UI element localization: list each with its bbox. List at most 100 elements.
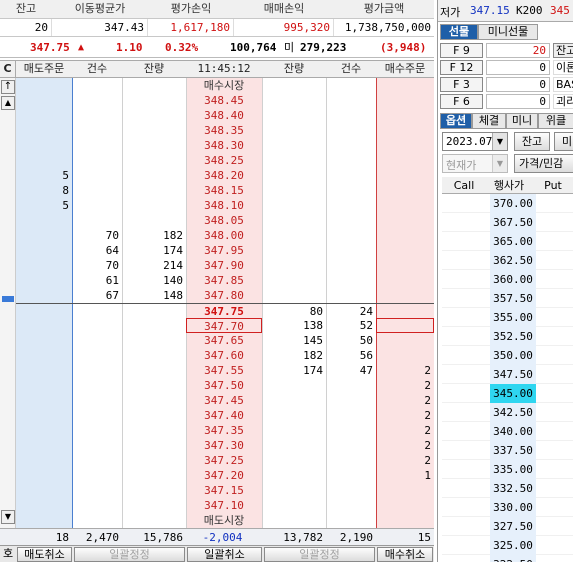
buy-order-cell[interactable] [376, 243, 434, 258]
balance-side-button[interactable]: 잔고 [553, 43, 573, 58]
price-level[interactable]: 347.50 [186, 378, 262, 393]
strike-row[interactable]: 347.50 [442, 365, 573, 384]
price-level[interactable]: 347.20 [186, 468, 262, 483]
buy-order-cell[interactable] [376, 258, 434, 273]
price-level[interactable]: 348.10 [186, 198, 262, 213]
sell-order-cell[interactable] [16, 333, 72, 348]
sell-order-cell[interactable] [16, 304, 72, 319]
scroll-top-arrow-icon[interactable]: ↑ [1, 80, 15, 94]
strike-row[interactable]: 330.00 [442, 498, 573, 517]
modify-buy-all-button[interactable]: 일괄정정 [264, 547, 375, 562]
strike-price[interactable]: 367.50 [490, 213, 536, 232]
sell-order-cell[interactable] [16, 273, 72, 288]
buy-order-cell[interactable] [376, 138, 434, 153]
buy-order-cell[interactable] [376, 198, 434, 213]
market-buy-label[interactable]: 매도시장 [186, 513, 262, 528]
buy-order-cell[interactable]: 2 [376, 423, 434, 438]
tab-mini[interactable]: 미니 [506, 113, 538, 129]
sell-order-cell[interactable] [16, 123, 72, 138]
sell-order-cell[interactable]: 5 [16, 198, 72, 213]
buy-order-cell[interactable] [376, 168, 434, 183]
price-level[interactable]: 348.30 [186, 138, 262, 153]
price-level[interactable]: 347.85 [186, 273, 262, 288]
buy-order-cell[interactable] [376, 93, 434, 108]
strike-row[interactable]: 337.50 [442, 441, 573, 460]
strike-row[interactable]: 370.00 [442, 194, 573, 213]
sell-order-cell[interactable]: 8 [16, 183, 72, 198]
strike-row[interactable]: 367.50 [442, 213, 573, 232]
chevron-down-icon[interactable]: ▼ [492, 133, 507, 150]
strike-price[interactable]: 327.50 [490, 517, 536, 536]
strike-price[interactable]: 322.50 [490, 555, 536, 562]
price-level[interactable]: 347.35 [186, 423, 262, 438]
price-level[interactable]: 348.20 [186, 168, 262, 183]
strike-price[interactable]: 362.50 [490, 251, 536, 270]
buy-order-cell[interactable] [376, 273, 434, 288]
price-level[interactable]: 348.35 [186, 123, 262, 138]
sell-order-cell[interactable] [16, 453, 72, 468]
sell-order-cell[interactable] [16, 228, 72, 243]
strike-row[interactable]: 340.00 [442, 422, 573, 441]
price-level[interactable]: 348.45 [186, 93, 262, 108]
price-level[interactable]: 347.80 [186, 288, 262, 303]
buy-order-cell[interactable] [376, 123, 434, 138]
buy-order-cell[interactable] [376, 213, 434, 228]
buy-order-cell[interactable] [376, 348, 434, 363]
strike-row[interactable]: 350.00 [442, 346, 573, 365]
strike-row[interactable]: 360.00 [442, 270, 573, 289]
buy-order-cell[interactable]: 2 [376, 453, 434, 468]
strike-row[interactable]: 365.00 [442, 232, 573, 251]
sell-order-cell[interactable] [16, 93, 72, 108]
strike-row[interactable]: 357.50 [442, 289, 573, 308]
sell-order-cell[interactable] [16, 393, 72, 408]
price-level[interactable]: 348.05 [186, 213, 262, 228]
buy-order-cell[interactable] [376, 153, 434, 168]
sell-order-cell[interactable]: 5 [16, 168, 72, 183]
strike-price[interactable]: 350.00 [490, 346, 536, 365]
strike-price[interactable]: 337.50 [490, 441, 536, 460]
sell-order-cell[interactable] [16, 498, 72, 513]
scroll-down-triangle-icon[interactable]: ▼ [1, 510, 15, 524]
strike-price[interactable]: 357.50 [490, 289, 536, 308]
price-level[interactable]: 348.00 [186, 228, 262, 243]
price-sensitivity-button[interactable]: 가격/민감 [514, 154, 573, 173]
f6-key[interactable]: F 6 [440, 94, 483, 109]
tab-options[interactable]: 옵션 [440, 113, 472, 129]
sell-order-cell[interactable] [16, 363, 72, 378]
corner-c-button[interactable]: C [0, 61, 16, 77]
strike-price[interactable]: 332.50 [490, 479, 536, 498]
sell-order-cell[interactable] [16, 258, 72, 273]
buy-order-cell[interactable]: 2 [376, 363, 434, 378]
sell-order-cell[interactable] [16, 288, 72, 303]
book-scrollbar[interactable]: ↑ ▲ ▼ [0, 78, 16, 528]
balance-button[interactable]: 잔고 [514, 132, 550, 151]
sell-order-cell[interactable] [16, 423, 72, 438]
buy-order-cell[interactable] [376, 228, 434, 243]
current-price-level[interactable]: 347.75 [186, 304, 262, 319]
buy-order-cell[interactable] [376, 304, 434, 319]
price-level[interactable]: 347.90 [186, 258, 262, 273]
buy-order-cell[interactable]: 2 [376, 438, 434, 453]
price-type-select[interactable]: 현재가 ▼ [442, 154, 508, 173]
strike-row[interactable]: 335.00 [442, 460, 573, 479]
strike-price[interactable]: 345.00 [490, 384, 536, 403]
cancel-buy-button[interactable]: 매수취소 [377, 547, 433, 562]
tab-weekly[interactable]: 위클 [538, 113, 573, 129]
month-select[interactable]: 2023.07 ▼ [442, 132, 508, 151]
price-level[interactable]: 348.25 [186, 153, 262, 168]
f12-key[interactable]: F 12 [440, 60, 483, 75]
price-level[interactable]: 347.95 [186, 243, 262, 258]
buy-order-cell[interactable] [376, 333, 434, 348]
strike-price[interactable]: 360.00 [490, 270, 536, 289]
f3-key[interactable]: F 3 [440, 77, 483, 92]
price-level[interactable]: 347.25 [186, 453, 262, 468]
tab-mini-futures[interactable]: 미니선물 [478, 24, 538, 40]
strike-row[interactable]: 327.50 [442, 517, 573, 536]
strike-price[interactable]: 370.00 [490, 194, 536, 213]
strike-price[interactable]: 365.00 [490, 232, 536, 251]
strike-price[interactable]: 335.00 [490, 460, 536, 479]
sell-order-cell[interactable] [16, 408, 72, 423]
market-sell-label[interactable]: 매수시장 [186, 78, 262, 93]
strike-row[interactable]: 322.50 [442, 555, 573, 562]
sell-order-cell[interactable] [16, 468, 72, 483]
